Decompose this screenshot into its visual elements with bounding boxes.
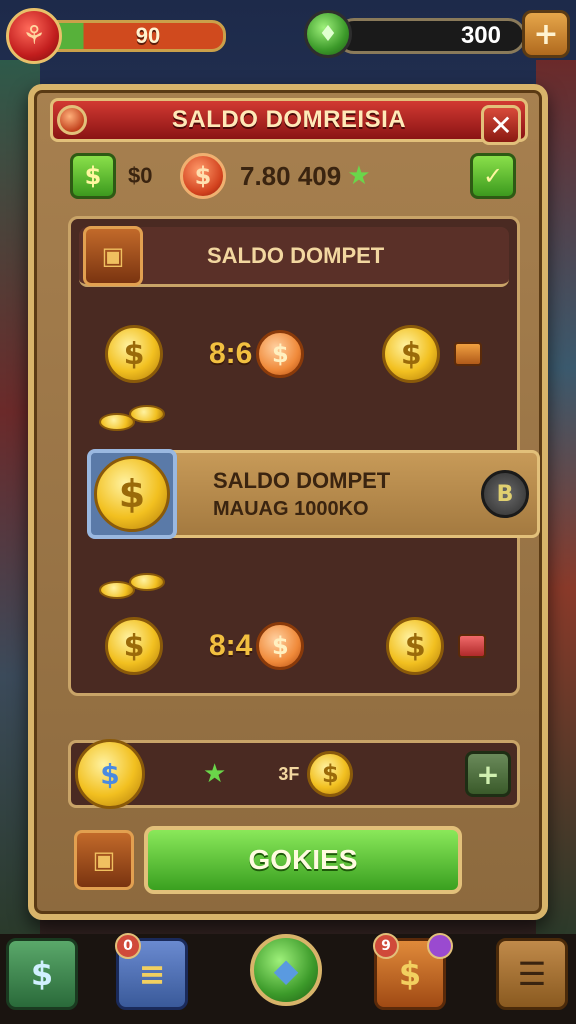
gem-icon: ♦ xyxy=(304,10,352,58)
section-header-label: SALDO DOMPET xyxy=(207,242,385,268)
star-icon: ★ xyxy=(203,759,227,789)
nav-gem-button[interactable]: ◆ xyxy=(250,934,322,1006)
notification-badge: 9 xyxy=(373,933,399,959)
row1-count: 8:6 xyxy=(209,337,253,370)
stat-small-value: $0 xyxy=(128,163,153,188)
nav-menu-button[interactable]: ☰ xyxy=(496,938,568,1010)
panel-title: SALDO DOMREISIA xyxy=(171,106,407,133)
close-button[interactable]: ✕ xyxy=(481,105,521,145)
menu-icon: ☰ xyxy=(517,955,547,993)
hud-right: 300 ♦ + xyxy=(304,8,570,60)
coin-pile-icon xyxy=(99,573,171,603)
hud-left: 90 ⚘ xyxy=(6,8,228,64)
gold-coin-icon: $ xyxy=(105,617,163,675)
chest-icon: ▣ xyxy=(74,830,134,890)
bonus-row: $ ★ 3F $ + xyxy=(68,739,520,809)
gold-coin-icon: $ xyxy=(307,751,354,797)
stats-row: $ $0 $ 7.80 409 ★ ✓ xyxy=(70,148,516,204)
nav-cash-button[interactable]: ≡ 0 xyxy=(115,933,188,1010)
mini-book-icon xyxy=(458,634,487,658)
coin-icon: $ xyxy=(256,330,305,378)
coin-row-2: $ 8:4 $ $ xyxy=(71,611,523,681)
confirm-button[interactable]: ✓ xyxy=(470,153,516,199)
cash-icon: ≡ xyxy=(138,955,166,993)
gem-icon: ◆ xyxy=(273,951,299,989)
section-header: ▣ SALDO DOMPET xyxy=(79,225,509,287)
panel-title-bar: SALDO DOMREISIA ✕ xyxy=(50,98,528,145)
coin-row-1: $ 8:6 $ $ xyxy=(71,319,523,389)
notification-badge: 0 xyxy=(115,933,141,959)
dollar-icon[interactable]: $ xyxy=(70,153,116,199)
gold-coin-icon: $ xyxy=(382,325,441,383)
dollar-icon: $ xyxy=(30,955,54,993)
wallet-card[interactable]: $ SALDO DOMPET MAUAG 1000KO B xyxy=(87,449,540,539)
nav-coins-button[interactable]: $ 9 xyxy=(373,933,453,1010)
primary-action-button[interactable]: GOKIES xyxy=(144,826,462,894)
bonus-label: 3F xyxy=(278,763,300,784)
wallet-panel: SALDO DOMREISIA ✕ $ $0 $ 7.80 409 ★ ✓ ▣ … xyxy=(28,84,548,920)
stat-balance: 7.80 409 xyxy=(240,160,342,191)
gem-coin-icon: $ xyxy=(75,739,145,809)
star-icon: ★ xyxy=(347,161,371,191)
gold-coin-icon: $ xyxy=(94,456,170,532)
wallet-subtitle: MAUAG 1000KO xyxy=(213,497,369,520)
primary-action-label: GOKIES xyxy=(248,844,358,875)
nav-wallet-button[interactable]: $ xyxy=(6,938,78,1010)
coins-icon: $ xyxy=(398,955,422,993)
gold-coin-icon: $ xyxy=(386,617,445,675)
wallet-title: SALDO DOMPET xyxy=(213,467,391,493)
wallet-action-button[interactable]: B xyxy=(481,470,529,518)
purple-badge-icon xyxy=(427,933,453,959)
coin-icon: $ xyxy=(256,622,305,670)
action-row: ▣ GOKIES xyxy=(68,820,520,900)
hud-left-bar: 90 xyxy=(50,20,226,52)
hud-right-bar: 300 xyxy=(336,18,526,54)
chest-icon: ▣ xyxy=(83,225,143,286)
wallet-coin-icon: $ xyxy=(87,449,177,539)
title-gem-icon xyxy=(57,105,87,135)
bottom-nav: $ ≡ 0 ◆ $ 9 ☰ xyxy=(0,933,576,1024)
hud-left-value: 90 xyxy=(135,23,161,48)
add-button[interactable]: + xyxy=(465,751,511,797)
row2-count: 8:4 xyxy=(209,629,253,662)
mini-chest-icon xyxy=(454,342,483,366)
coin-pile-icon xyxy=(99,405,171,435)
shield-icon[interactable]: ⚘ xyxy=(6,8,62,64)
coin-icon: $ xyxy=(180,153,226,199)
gold-coin-icon: $ xyxy=(105,325,163,383)
add-currency-button[interactable]: + xyxy=(522,10,570,58)
wallet-text: SALDO DOMPET MAUAG 1000KO xyxy=(213,468,390,521)
hud-right-value: 300 xyxy=(460,22,501,49)
